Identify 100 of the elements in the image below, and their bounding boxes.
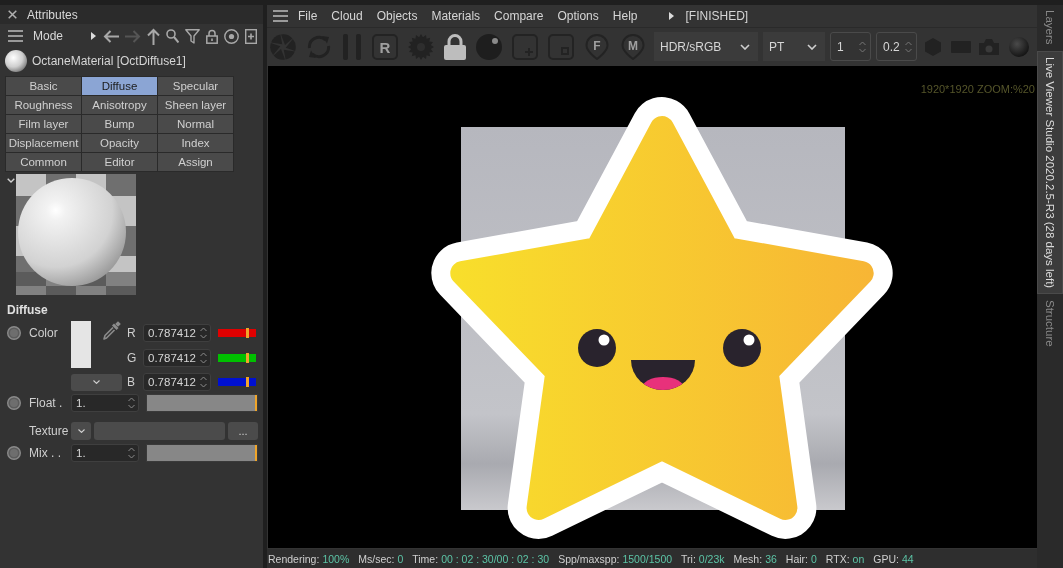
status-label: GPU:	[873, 552, 899, 565]
value-slider[interactable]	[146, 394, 258, 412]
tab[interactable]: Editor	[82, 153, 157, 171]
status-value: 1500/1500	[622, 552, 673, 565]
spinner-arrows-icon[interactable]	[200, 326, 207, 339]
menu-item[interactable]: Cloud	[331, 9, 363, 23]
keyframe-toggle[interactable]	[7, 396, 21, 410]
chevron-down-icon	[740, 43, 750, 50]
tab[interactable]: Displacement	[6, 134, 81, 152]
color-swatch[interactable]	[71, 321, 91, 368]
dropdown[interactable]: PT	[763, 32, 825, 61]
boxed-letter-button[interactable]: R	[372, 33, 398, 60]
panel-title: Attributes	[27, 7, 78, 22]
keyframe-toggle[interactable]	[7, 325, 21, 340]
spinner-arrows-icon[interactable]	[859, 40, 866, 53]
mode-menu[interactable]: Mode	[33, 29, 64, 43]
spinner-arrows-icon[interactable]	[200, 351, 207, 364]
number-field[interactable]: 1.	[71, 394, 139, 412]
slider-thumb[interactable]	[246, 327, 250, 338]
target-icon[interactable]	[224, 28, 240, 44]
tab[interactable]: Common	[6, 153, 81, 171]
tab[interactable]: Bump	[82, 115, 157, 133]
slider-thumb[interactable]	[246, 352, 250, 363]
number-field[interactable]: 0.2	[876, 32, 917, 61]
tab[interactable]: Opacity	[82, 134, 157, 152]
filter-icon[interactable]	[185, 28, 201, 44]
menu-item[interactable]: Help	[612, 9, 638, 23]
texture-field[interactable]	[94, 422, 225, 440]
tab[interactable]: Sheen layer	[158, 96, 233, 114]
status-value: 36	[765, 552, 777, 565]
dropdown-button[interactable]	[71, 422, 91, 440]
status-value: 44	[901, 552, 914, 565]
number-field[interactable]: 0.787412	[143, 323, 211, 342]
lock-icon[interactable]	[444, 33, 466, 60]
forward-arrow-icon[interactable]	[125, 29, 142, 43]
value-slider[interactable]	[146, 444, 258, 462]
number-field[interactable]: 1	[830, 32, 871, 61]
spinner-arrows-icon[interactable]	[128, 397, 135, 409]
tab[interactable]: Roughness	[6, 96, 81, 114]
channel-label: R	[127, 325, 137, 340]
render-status: [FINISHED]	[685, 9, 749, 23]
lock-icon[interactable]	[206, 28, 219, 44]
menu-icon[interactable]	[273, 10, 288, 22]
up-arrow-icon[interactable]	[147, 27, 161, 45]
side-tab[interactable]: Live Viewer Studio 2020.2.5-R3 (28 days left)	[1037, 50, 1063, 294]
menu-item[interactable]: Compare	[494, 9, 544, 23]
number-field[interactable]: 0.787412	[143, 348, 211, 367]
caret-icon[interactable]	[669, 12, 675, 20]
tab[interactable]: Index	[158, 134, 233, 152]
tab[interactable]: Assign	[158, 153, 233, 171]
browse-button[interactable]: ...	[228, 422, 258, 440]
spinner-arrows-icon[interactable]	[200, 376, 207, 388]
add-icon[interactable]	[245, 28, 258, 44]
resolution-info: 1920*1920 ZOOM:%20	[920, 83, 1035, 95]
section-title: Diffuse	[7, 303, 49, 317]
number-field[interactable]: 0.787412	[143, 373, 211, 391]
menu-item[interactable]: Options	[557, 9, 599, 23]
parameter-label: Texture	[29, 424, 70, 438]
tab[interactable]: Film layer	[6, 115, 81, 133]
channel-slider[interactable]	[218, 353, 256, 362]
spinner-arrows-icon[interactable]	[905, 40, 912, 53]
menu-item[interactable]: File	[298, 9, 318, 23]
tab[interactable]: Basic	[6, 77, 81, 95]
status-value: 100%	[322, 552, 350, 565]
status-label: RTX:	[825, 552, 850, 565]
menu-item[interactable]: Objects	[376, 9, 418, 23]
material-sphere-icon	[5, 50, 27, 72]
tab[interactable]: Anisotropy	[82, 96, 157, 114]
caret-icon[interactable]	[91, 32, 97, 40]
status-value: 00 : 02 : 30/00 : 02 : 30	[441, 552, 550, 565]
search-icon[interactable]	[166, 29, 180, 43]
channel-slider[interactable]	[218, 378, 256, 386]
tab[interactable]: Diffuse	[82, 77, 157, 95]
channel-label: G	[127, 350, 138, 365]
menu-icon[interactable]	[8, 30, 23, 42]
chevron-down-icon	[807, 43, 817, 50]
dropdown[interactable]: HDR/sRGB	[654, 32, 758, 61]
menu-item[interactable]: Materials	[431, 9, 481, 23]
status-label: Time:	[412, 552, 439, 565]
close-icon[interactable]	[8, 10, 17, 19]
sphere-icon[interactable]	[476, 33, 502, 60]
pin-letter-button[interactable]: F	[584, 33, 610, 60]
status-label: Mesh:	[733, 552, 763, 565]
tab[interactable]: Normal	[158, 115, 233, 133]
back-arrow-icon[interactable]	[103, 29, 120, 43]
spinner-arrows-icon[interactable]	[128, 447, 135, 459]
status-label: Spp/maxspp:	[558, 552, 620, 565]
slider-thumb[interactable]	[246, 377, 250, 387]
channel-slider[interactable]	[218, 328, 256, 337]
status-value: 0	[397, 552, 404, 565]
channel-label: B	[127, 375, 136, 389]
number-field[interactable]: 1.	[71, 444, 139, 462]
status-label: Rendering:	[268, 552, 320, 565]
collapse-chevron-icon[interactable]	[7, 178, 15, 183]
tab[interactable]: Specular	[158, 77, 233, 95]
eyedropper-icon[interactable]	[101, 321, 121, 341]
status-value: on	[852, 552, 865, 565]
keyframe-toggle[interactable]	[7, 446, 21, 460]
pin-letter-button[interactable]: M	[620, 33, 646, 60]
parameter-label: Color	[29, 325, 59, 340]
